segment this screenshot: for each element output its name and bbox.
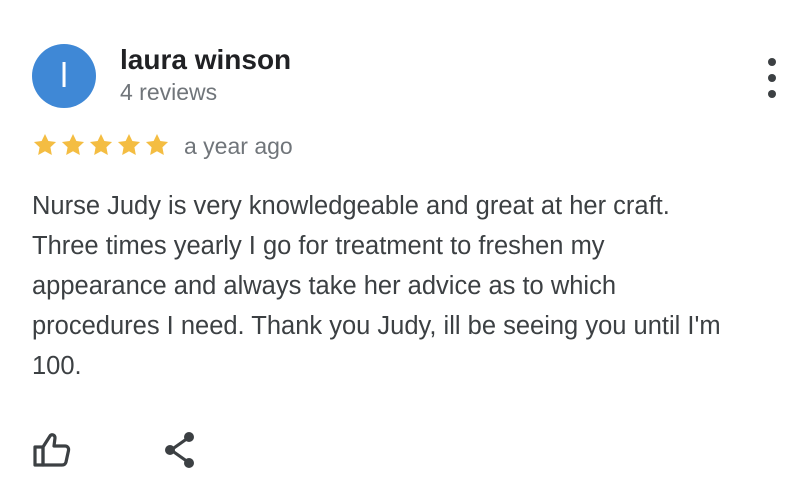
review-text-line: Nurse Judy is very knowledgeable and gre… (32, 192, 670, 220)
reviewer-name[interactable]: laura winson (120, 44, 291, 76)
more-vert-icon-dot (768, 74, 776, 82)
share-button[interactable] (158, 428, 202, 472)
star-icon (117, 133, 141, 155)
more-options-button[interactable] (758, 58, 786, 98)
star-icon (145, 133, 169, 155)
star-icon (61, 133, 85, 155)
review-count: 4 reviews (120, 79, 218, 105)
star-rating (32, 132, 170, 160)
star-icon (89, 133, 113, 155)
thumbs-up-icon (33, 433, 71, 467)
like-button[interactable] (30, 428, 74, 472)
star-icon (33, 133, 57, 155)
more-vert-icon (768, 58, 776, 66)
more-vert-icon-dot (768, 90, 776, 98)
review-text-line: 100. (32, 352, 82, 380)
avatar[interactable]: l (32, 44, 96, 108)
review-text-line: appearance and always take her advice as… (32, 272, 617, 300)
review-text-line: procedures I need. Thank you Judy, ill b… (32, 312, 721, 340)
review-time: a year ago (184, 133, 293, 159)
review-text-line: Three times yearly I go for treatment to… (32, 232, 605, 260)
share-icon (165, 432, 194, 468)
avatar-initial: l (60, 57, 68, 95)
review-text: Nurse Judy is very knowledgeable and gre… (32, 186, 802, 386)
